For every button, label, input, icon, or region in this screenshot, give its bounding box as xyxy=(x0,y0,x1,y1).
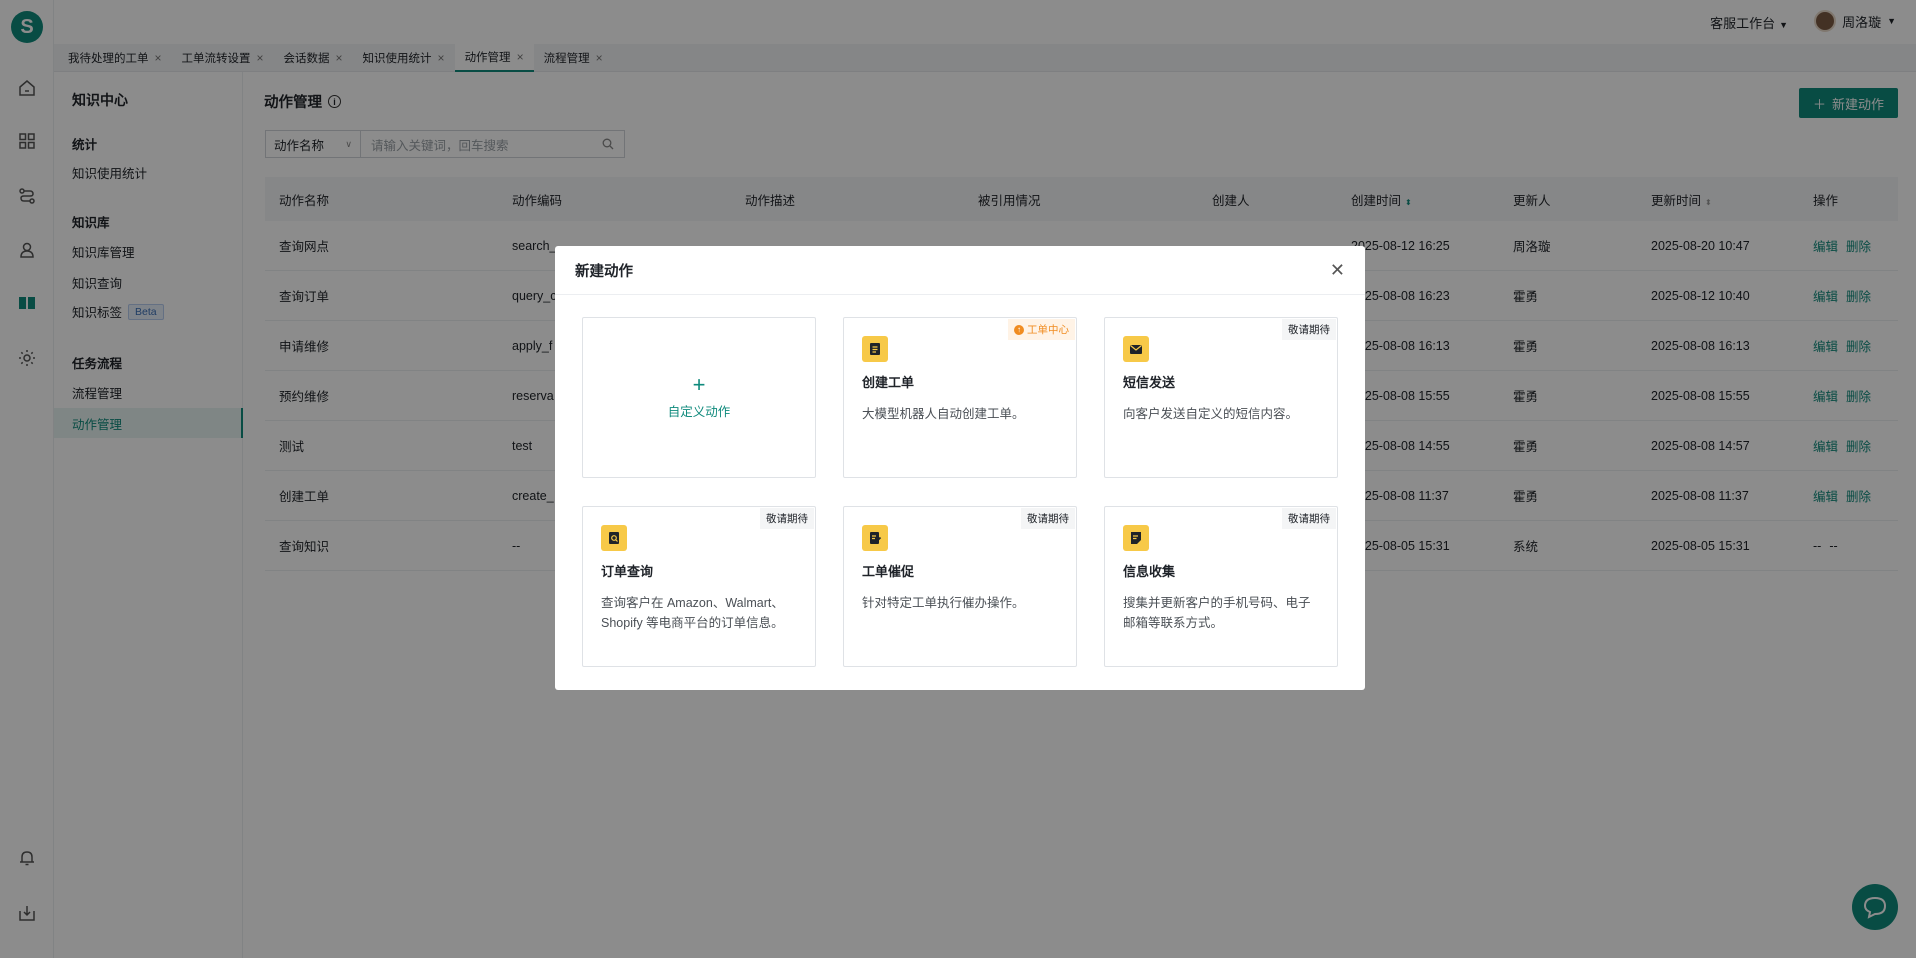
card-description: 向客户发送自定义的短信内容。 xyxy=(1123,407,1299,421)
plus-icon: + xyxy=(692,372,706,397)
card-description: 大模型机器人自动创建工单。 xyxy=(862,407,1025,421)
document-search-icon xyxy=(601,525,627,551)
ticket-urge-card[interactable]: 敬请期待 工单催促 针对特定工单执行催办操作。 xyxy=(843,506,1077,667)
card-title: 订单查询 xyxy=(601,564,654,579)
custom-action-label: 自定义动作 xyxy=(667,405,731,419)
coming-soon-badge: 敬请期待 xyxy=(1282,508,1336,529)
card-title: 工单催促 xyxy=(862,564,915,579)
card-title: 短信发送 xyxy=(1123,375,1176,390)
upgrade-icon: ↑ xyxy=(1014,324,1024,335)
coming-soon-badge: 敬请期待 xyxy=(1021,508,1075,529)
info-collect-card[interactable]: 敬请期待 信息收集 搜集并更新客户的手机号码、电子邮箱等联系方式。 xyxy=(1104,506,1338,667)
action-type-grid: + 自定义动作 ↑ 工单中心 创建工单 大模型机器人自动创建工单。 敬请期待 短信… xyxy=(582,317,1338,667)
sms-send-card[interactable]: 敬请期待 短信发送 向客户发送自定义的短信内容。 xyxy=(1104,317,1338,478)
badge-label: 工单中心 xyxy=(1027,324,1069,336)
close-icon[interactable]: ✕ xyxy=(1330,260,1345,281)
dialog-title: 新建动作 xyxy=(575,263,633,280)
card-description: 针对特定工单执行催办操作。 xyxy=(862,596,1025,610)
coming-soon-badge: 敬请期待 xyxy=(1282,319,1336,340)
dialog-header: 新建动作 ✕ xyxy=(555,246,1365,295)
coming-soon-badge: 敬请期待 xyxy=(760,508,814,529)
card-title: 信息收集 xyxy=(1123,564,1176,579)
document-edit-icon xyxy=(862,525,888,551)
create-ticket-card[interactable]: ↑ 工单中心 创建工单 大模型机器人自动创建工单。 xyxy=(843,317,1077,478)
new-action-dialog: 新建动作 ✕ + 自定义动作 ↑ 工单中心 创建工单 大模型机器人自动创建工单。 … xyxy=(555,246,1365,690)
envelope-icon xyxy=(1123,336,1149,362)
card-description: 查询客户在 Amazon、Walmart、Shopify 等电商平台的订单信息。 xyxy=(601,596,784,630)
ticket-center-badge: ↑ 工单中心 xyxy=(1008,319,1075,340)
card-description: 搜集并更新客户的手机号码、电子邮箱等联系方式。 xyxy=(1123,596,1311,630)
note-icon xyxy=(1123,525,1149,551)
custom-action-card[interactable]: + 自定义动作 xyxy=(582,317,816,478)
card-title: 创建工单 xyxy=(862,375,915,390)
order-query-card[interactable]: 敬请期待 订单查询 查询客户在 Amazon、Walmart、Shopify 等… xyxy=(582,506,816,667)
document-icon xyxy=(862,336,888,362)
